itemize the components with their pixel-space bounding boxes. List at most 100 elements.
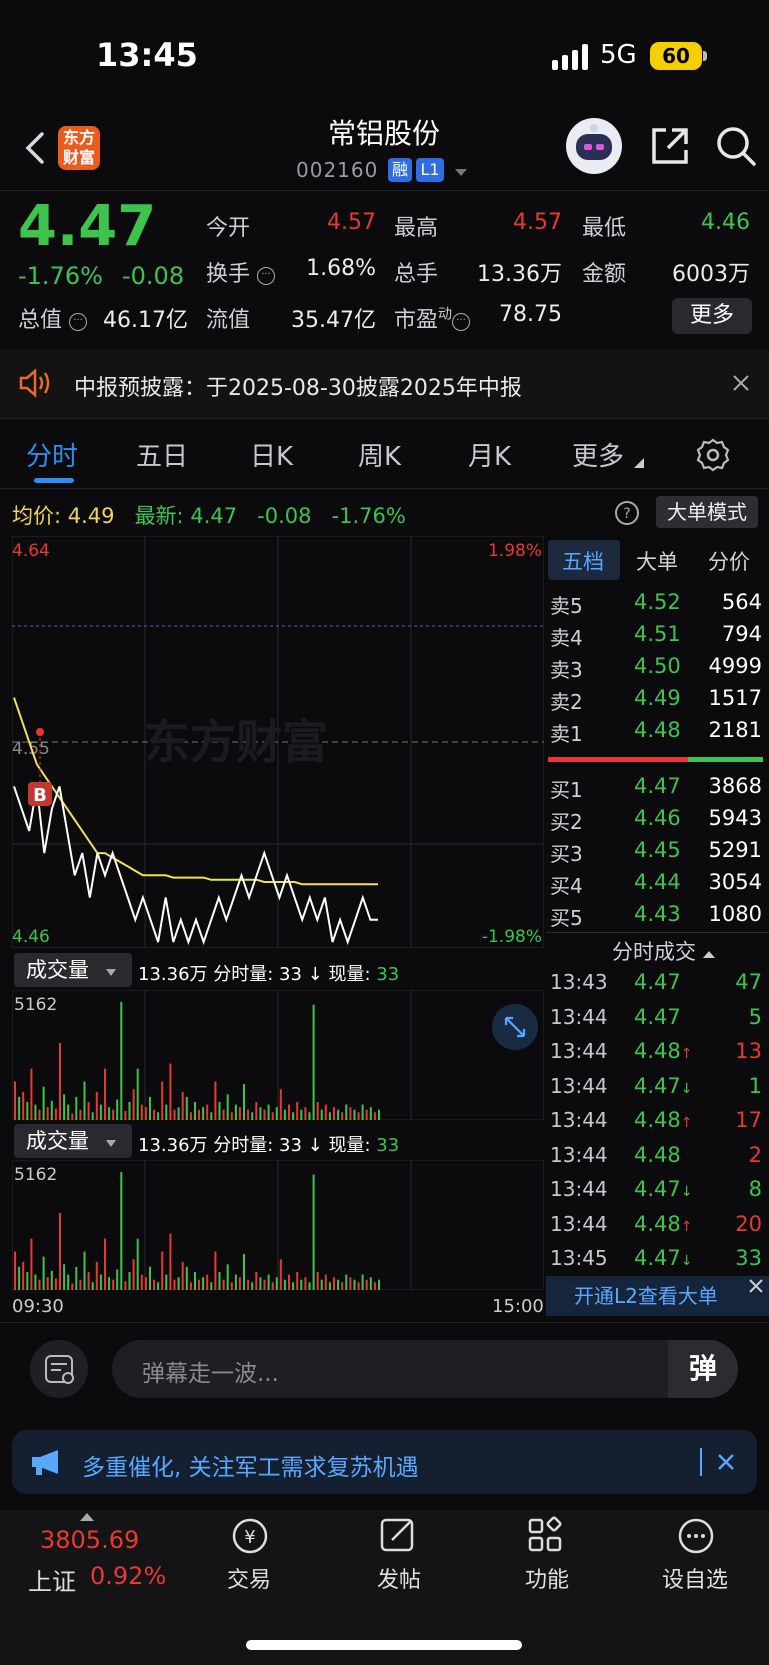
turnover-label[interactable]: 换手 ··· xyxy=(206,256,276,288)
volume-bar xyxy=(247,1279,250,1290)
nav-trade[interactable]: 交易 xyxy=(204,1562,294,1594)
volume-bar xyxy=(255,1102,258,1120)
volume-bar xyxy=(67,1104,70,1120)
tick-volume: 8 xyxy=(748,1177,762,1201)
notice-text[interactable]: 中报预披露：于2025-08-30披露2025年中报 xyxy=(74,370,522,402)
volume-bar xyxy=(99,1274,102,1290)
volume-total: 13.36万 xyxy=(138,1135,208,1156)
promo-text[interactable]: 多重催化, 关注军工需求复苏机遇 xyxy=(82,1448,419,1482)
tick-time: 13:44 xyxy=(550,1108,608,1132)
pe-value: 78.75 xyxy=(499,302,562,327)
tab-big-orders[interactable]: 大单 xyxy=(636,546,678,576)
index-change[interactable]: 0.92% xyxy=(90,1562,166,1590)
volume-bars xyxy=(14,1002,380,1120)
chevron-down-icon[interactable] xyxy=(454,168,468,178)
volume-bar xyxy=(251,1112,254,1120)
volume-bar xyxy=(279,1259,282,1290)
info-icon[interactable]: ··· xyxy=(452,313,471,331)
volume-bar xyxy=(304,1277,307,1290)
market-cap-label[interactable]: 总值 ··· xyxy=(18,302,88,334)
volume-select-label: 成交量 xyxy=(26,1129,89,1153)
volume-bar xyxy=(206,1104,209,1120)
volume-bar xyxy=(288,1104,290,1120)
volume-bar xyxy=(116,1269,119,1290)
danmu-toggle-icon[interactable] xyxy=(30,1340,88,1398)
battery-tip xyxy=(703,51,707,61)
volume-indicator-select[interactable]: 成交量 xyxy=(14,953,132,987)
nav-add-watchlist[interactable]: 设自选 xyxy=(650,1562,740,1594)
tab-daily-k[interactable]: 日K xyxy=(250,436,293,473)
help-icon[interactable]: ? xyxy=(614,500,640,526)
tick-price-value: 4.47 xyxy=(634,1177,681,1201)
volume-indicator-select-2[interactable]: 成交量 xyxy=(14,1124,132,1158)
volume-chart-2[interactable]: 5162 xyxy=(12,1160,544,1290)
ticks-title[interactable]: 分时成交 xyxy=(612,936,715,966)
latest-label: 最新: xyxy=(134,504,184,528)
tab-five-day[interactable]: 五日 xyxy=(136,436,188,473)
volume-bar xyxy=(275,1277,278,1290)
tab-price-dist[interactable]: 分价 xyxy=(708,546,750,576)
tab-five-levels[interactable]: 五档 xyxy=(562,546,604,576)
margin-tag: 融 xyxy=(388,158,412,182)
tab-more[interactable]: 更多 xyxy=(572,436,624,473)
tab-monthly-k[interactable]: 月K xyxy=(468,436,511,473)
volume-bar xyxy=(120,1002,123,1120)
volume-select-label: 成交量 xyxy=(26,958,89,982)
nav-functions[interactable]: 功能 xyxy=(502,1562,592,1594)
stock-name[interactable]: 常铝股份 xyxy=(284,112,484,152)
intraday-chart[interactable]: 东方财富 4.64 4.55 4.46 1.98% -1.98% B xyxy=(12,536,544,948)
more-button[interactable]: 更多 xyxy=(672,298,752,334)
turnover-label-text: 换手 xyxy=(206,262,251,287)
volume-bar xyxy=(124,1111,127,1120)
volume-bar xyxy=(369,1277,372,1290)
index-value[interactable]: 3805.69 xyxy=(40,1526,139,1554)
ask-price: 4.49 xyxy=(634,686,681,710)
logo-text: 东方财富 xyxy=(62,128,95,167)
tab-weekly-k[interactable]: 周K xyxy=(358,436,401,473)
assistant-robot-icon[interactable] xyxy=(566,118,622,174)
close-icon[interactable] xyxy=(732,374,750,392)
trade-icon[interactable]: ¥ xyxy=(226,1514,274,1558)
volume-bar xyxy=(255,1272,258,1290)
y-tick-bottom: 4.46 xyxy=(12,927,50,947)
volume-bar xyxy=(337,1109,340,1120)
tick-time: 13:44 xyxy=(550,1177,608,1201)
danmu-send-button[interactable]: 弹 xyxy=(668,1340,738,1398)
change-amount: -0.08 xyxy=(122,262,185,290)
close-icon[interactable] xyxy=(716,1452,736,1472)
search-icon[interactable] xyxy=(714,124,758,168)
volume-bar xyxy=(226,1094,229,1120)
info-icon[interactable]: ··· xyxy=(257,267,276,285)
open-label: 今开 xyxy=(206,216,251,241)
volume-bar xyxy=(238,1107,241,1120)
close-icon[interactable] xyxy=(746,1276,766,1296)
volume-bar xyxy=(136,1238,139,1290)
open-l2-button[interactable]: 开通L2查看大单 xyxy=(546,1276,769,1316)
volume-bar xyxy=(22,1091,25,1120)
volume-bar xyxy=(91,1112,94,1120)
tick-volume: 47 xyxy=(735,970,762,994)
post-edit-icon[interactable] xyxy=(374,1514,422,1558)
volume-bar xyxy=(251,1282,254,1290)
tick-price-value: 4.48 xyxy=(634,1039,681,1063)
functions-grid-icon[interactable] xyxy=(522,1514,570,1558)
tick-time: 13:45 xyxy=(550,1246,608,1270)
big-order-mode-button[interactable]: 大单模式 xyxy=(656,496,758,528)
share-icon[interactable] xyxy=(648,124,692,168)
info-icon[interactable]: ··· xyxy=(69,313,88,331)
bid-volume: 3054 xyxy=(708,870,762,894)
pe-label[interactable]: 市盈动 ··· xyxy=(394,302,471,334)
volume-chart[interactable]: 5162 xyxy=(12,990,544,1120)
volume-bar xyxy=(320,1109,323,1120)
expand-icon[interactable] xyxy=(492,1004,538,1050)
triangle-down-icon xyxy=(634,458,644,468)
settings-gear-icon[interactable] xyxy=(696,438,730,472)
x-tick-end: 15:00 xyxy=(492,1296,544,1317)
volume-bar xyxy=(230,1112,233,1120)
tab-intraday[interactable]: 分时 xyxy=(26,436,78,473)
index-name[interactable]: 上证 xyxy=(28,1562,76,1597)
nav-post[interactable]: 发帖 xyxy=(354,1562,444,1594)
volume-bar xyxy=(67,1274,70,1290)
back-arrow-icon[interactable] xyxy=(18,128,58,168)
more-dots-icon[interactable] xyxy=(672,1514,720,1558)
